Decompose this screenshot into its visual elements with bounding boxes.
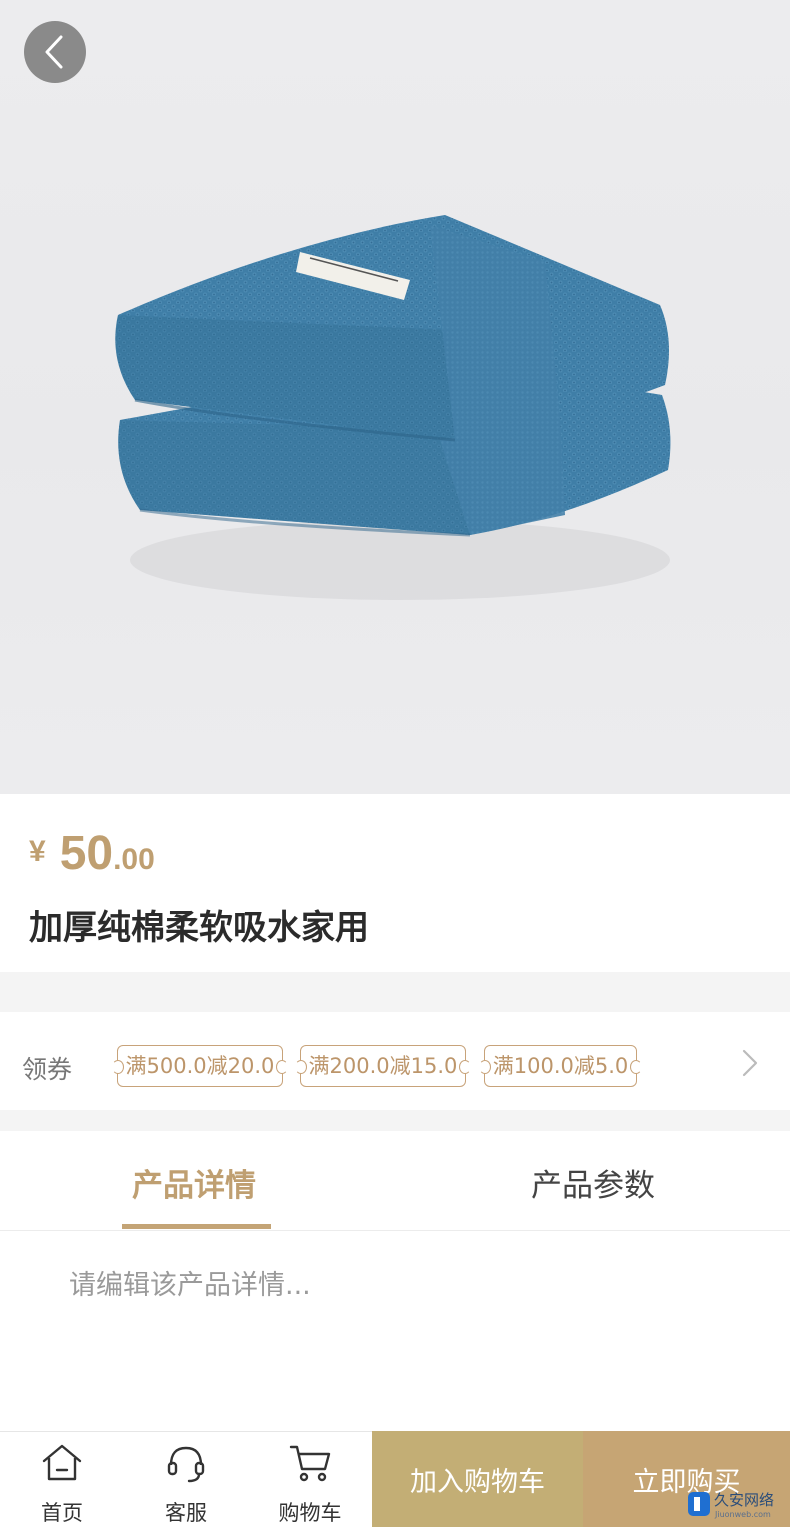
nav-cart[interactable]: 购物车 [248,1431,372,1527]
tab-divider [0,1230,790,1231]
home-icon [42,1444,82,1481]
detail-placeholder-text: 请编辑该产品详情... [69,1270,311,1301]
nav-cart-label: 购物车 [278,1501,342,1525]
nav-service-label: 客服 [165,1501,207,1525]
watermark-name: 久安网络 [714,1491,774,1509]
chevron-right-icon [742,1049,758,1077]
nav-home-label: 首页 [41,1501,83,1525]
product-price: ¥50.00 [29,826,155,881]
tab-product-params[interactable]: 产品参数 [531,1160,655,1205]
towel-illustration [115,215,671,600]
nav-service[interactable]: 客服 [124,1431,248,1527]
coupon-label: 领券 [22,1055,73,1084]
product-title: 加厚纯棉柔软吸水家用 [29,908,369,948]
price-decimal: .00 [113,843,155,876]
headset-icon [167,1446,205,1483]
price-integer: 50 [59,827,114,880]
shopping-cart-icon [289,1445,331,1482]
active-tab-indicator [122,1224,271,1229]
coupon-more-button[interactable] [736,1048,762,1078]
tab-product-details[interactable]: 产品详情 [132,1160,256,1205]
currency-symbol: ¥ [29,835,46,868]
coupon-item[interactable]: 满500.0减20.0 [112,1045,288,1087]
back-button[interactable] [24,21,86,83]
add-to-cart-button[interactable]: 加入购物车 [372,1431,583,1527]
product-image [0,0,790,794]
watermark-logo: 久安网络 Jiuonweb.com [688,1491,774,1519]
nav-home[interactable]: 首页 [0,1431,124,1527]
watermark-sub: Jiuonweb.com [714,1510,771,1519]
coupon-item[interactable]: 满200.0减15.0 [295,1045,471,1087]
chevron-left-icon [45,35,63,69]
coupon-item[interactable]: 满100.0减5.0 [479,1045,642,1087]
